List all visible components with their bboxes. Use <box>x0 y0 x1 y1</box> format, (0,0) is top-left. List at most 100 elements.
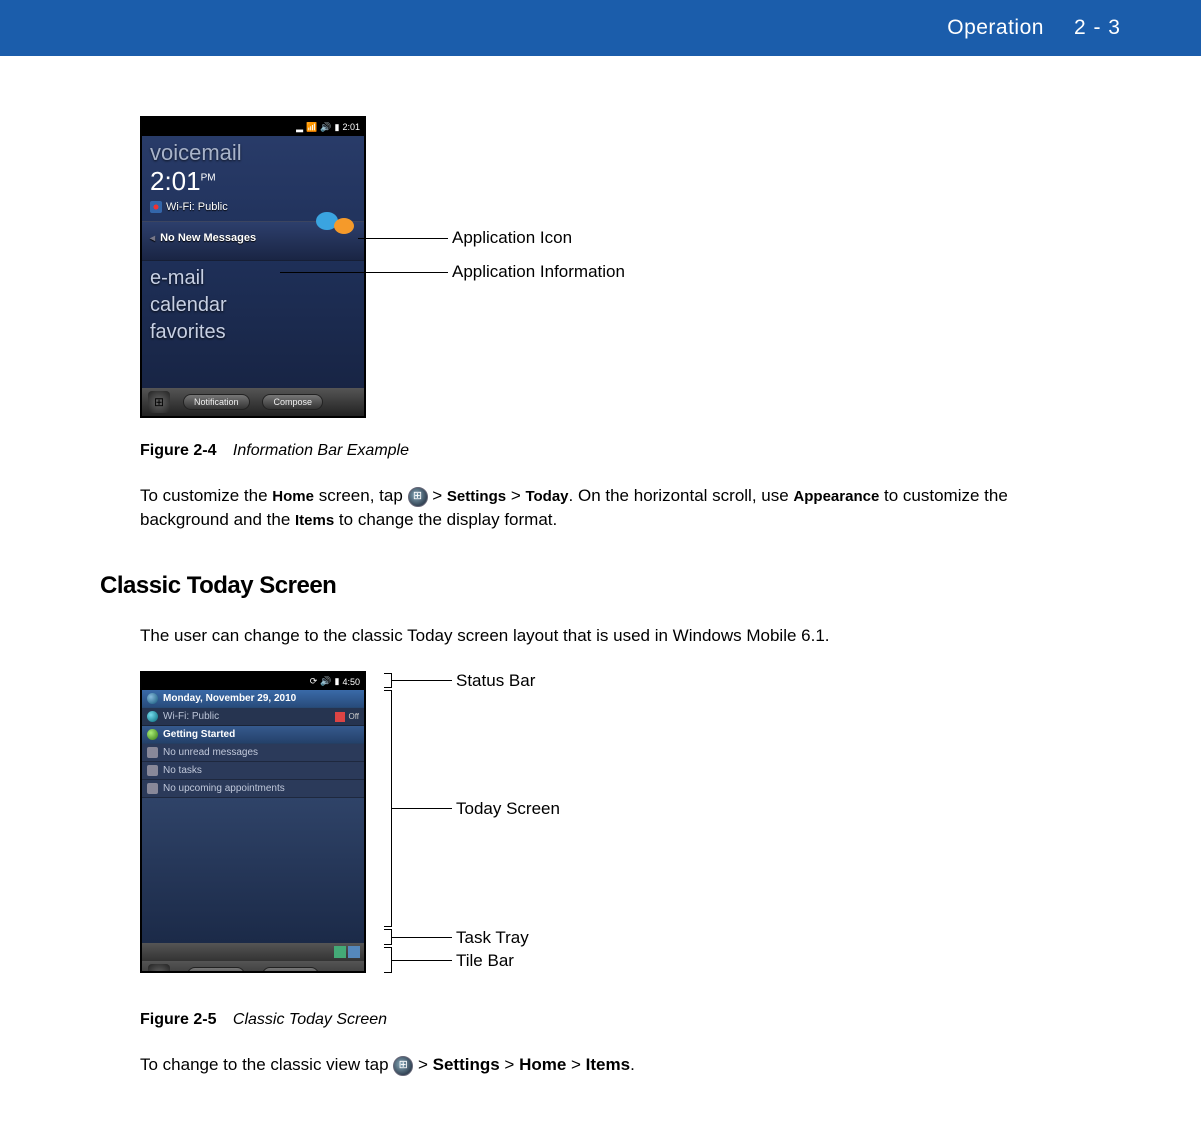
list-item-favorites: favorites <box>150 319 356 346</box>
p1-t5: to change the display format. <box>334 510 557 529</box>
phone2-body <box>142 798 364 943</box>
date-text: Monday, November 29, 2010 <box>163 693 296 704</box>
bubble-orange-icon <box>334 218 354 234</box>
paragraph-2: The user can change to the classic Today… <box>140 624 1060 648</box>
status-signal-icon: ▂ <box>296 122 303 133</box>
callout-app-info: Application Information <box>452 262 625 282</box>
figure-2-4-caption: Figure 2-4 Information Bar Example <box>140 442 1111 460</box>
p1-t2: screen, tap <box>314 486 408 505</box>
p3-home: Home <box>519 1055 566 1074</box>
p3-gt3: > <box>566 1055 585 1074</box>
paragraph-1: To customize the Home screen, tap > Sett… <box>140 484 1060 532</box>
messages-text: No unread messages <box>163 747 258 758</box>
fig-text: Classic Today Screen <box>233 1011 387 1028</box>
callout-today-screen: Today Screen <box>456 799 560 819</box>
windows-button: ⊞ <box>148 391 170 413</box>
status-antenna-icon: 📶 <box>306 122 317 133</box>
p1-appearance: Appearance <box>793 488 879 505</box>
windows-start-icon <box>393 1056 413 1076</box>
windows-flag-icon: ⊞ <box>154 395 164 409</box>
bracket-today <box>384 690 392 927</box>
appt-text: No upcoming appointments <box>163 783 285 794</box>
status-time: 2:01 <box>342 122 360 132</box>
p3-gt1: > <box>413 1055 432 1074</box>
wifi-text: Wi-Fi: Public <box>166 201 228 213</box>
callout-task-tray: Task Tray <box>456 928 529 948</box>
page-header: Operation 2 - 3 <box>0 0 1201 56</box>
p1-home: Home <box>272 488 314 505</box>
phone1-status-bar: ▂ 📶 🔊 ▮ 2:01 <box>142 118 364 136</box>
clock-icon <box>147 693 158 704</box>
app-list: e-mail calendar favorites <box>142 261 364 350</box>
getting-started-row: Getting Started <box>142 726 364 744</box>
clock-time: 2:01 <box>150 166 201 196</box>
left-arrow-icon: ◂ <box>150 233 155 244</box>
list-item-email: e-mail <box>150 265 356 292</box>
phone2-status-bar: ⟳ 🔊 ▮ 4:50 <box>142 673 364 690</box>
calendar-icon <box>147 783 158 794</box>
status-battery-icon: ▮ <box>335 122 340 133</box>
status-sync-icon: ⟳ <box>310 676 318 687</box>
tray-icon-2 <box>348 946 360 958</box>
wifi-icon <box>150 201 162 213</box>
callout-line-app-info <box>280 272 448 273</box>
p1-t1: To customize the <box>140 486 272 505</box>
tasks-icon <box>147 765 158 776</box>
no-messages-text: No New Messages <box>160 232 256 244</box>
p1-gt1: > <box>428 486 447 505</box>
voicemail-label: voicemail <box>142 136 364 166</box>
clock-display: 2:01PM <box>142 166 364 197</box>
tasks-row: No tasks <box>142 762 364 780</box>
figure-2-4-block: ▂ 📶 🔊 ▮ 2:01 voicemail 2:01PM Wi-Fi: Pub… <box>140 116 1111 426</box>
p3-items: Items <box>586 1055 630 1074</box>
tray-icon-1 <box>334 946 346 958</box>
page-content: ▂ 📶 🔊 ▮ 2:01 voicemail 2:01PM Wi-Fi: Pub… <box>0 56 1201 1117</box>
list-item-calendar: calendar <box>150 292 356 319</box>
status-volume-icon: 🔊 <box>320 122 331 133</box>
bracket-status <box>384 673 392 688</box>
windows-flag-icon: ⊞ <box>154 968 164 973</box>
p1-items: Items <box>295 512 334 529</box>
p3-t1: To change to the classic view tap <box>140 1055 393 1074</box>
notification-button: Notification <box>183 394 250 410</box>
wifi-row-text: Wi-Fi: Public <box>163 711 219 722</box>
windows-button: ⊞ <box>148 964 170 973</box>
status-time: 4:50 <box>342 677 360 687</box>
p3-settings: Settings <box>433 1055 500 1074</box>
chapter-title: Operation <box>947 16 1044 40</box>
phone1-bottom-bar: ⊞ Notification Compose <box>142 388 364 416</box>
clock-ampm: PM <box>201 172 216 183</box>
callout-status-bar: Status Bar <box>456 671 535 691</box>
phone-screenshot-1: ▂ 📶 🔊 ▮ 2:01 voicemail 2:01PM Wi-Fi: Pub… <box>140 116 366 418</box>
date-row: Monday, November 29, 2010 <box>142 690 364 708</box>
status-battery-icon: ▮ <box>335 676 340 687</box>
off-text: Off <box>348 712 359 721</box>
appointments-row: No upcoming appointments <box>142 780 364 798</box>
bracket-today-line <box>392 808 452 809</box>
phone-screenshot-2: ⟳ 🔊 ▮ 4:50 Monday, November 29, 2010 Wi-… <box>140 671 366 973</box>
callout-app-icon: Application Icon <box>452 228 572 248</box>
status-volume-icon: 🔊 <box>320 676 331 687</box>
figure-2-5-caption: Figure 2-5 Classic Today Screen <box>140 1011 1111 1029</box>
fig-label: Figure 2-5 <box>140 1011 216 1028</box>
p3-gt2: > <box>500 1055 519 1074</box>
figure-2-5-block: ⟳ 🔊 ▮ 4:50 Monday, November 29, 2010 Wi-… <box>140 671 1111 981</box>
contacts-button: Contacts <box>262 967 320 973</box>
bracket-tray-line <box>392 937 452 938</box>
phone2-bottom-bar: ⊞ Calendar Contacts <box>142 961 364 973</box>
callout-line-app-icon <box>358 238 448 239</box>
bracket-tile <box>384 947 392 973</box>
p3-end: . <box>630 1055 635 1074</box>
section-heading: Classic Today Screen <box>100 572 1111 600</box>
paragraph-3: To change to the classic view tap > Sett… <box>140 1053 1060 1077</box>
messages-row: No unread messages <box>142 744 364 762</box>
fig-label: Figure 2-4 <box>140 442 216 459</box>
tasks-text: No tasks <box>163 765 202 776</box>
app-icon-bubbles <box>316 212 354 235</box>
bracket-tile-line <box>392 960 452 961</box>
off-square-icon <box>335 712 345 722</box>
p1-settings: Settings <box>447 488 506 505</box>
p1-today: Today <box>525 488 568 505</box>
wifi-row: Wi-Fi: Public Off <box>142 708 364 726</box>
bracket-tray <box>384 929 392 945</box>
